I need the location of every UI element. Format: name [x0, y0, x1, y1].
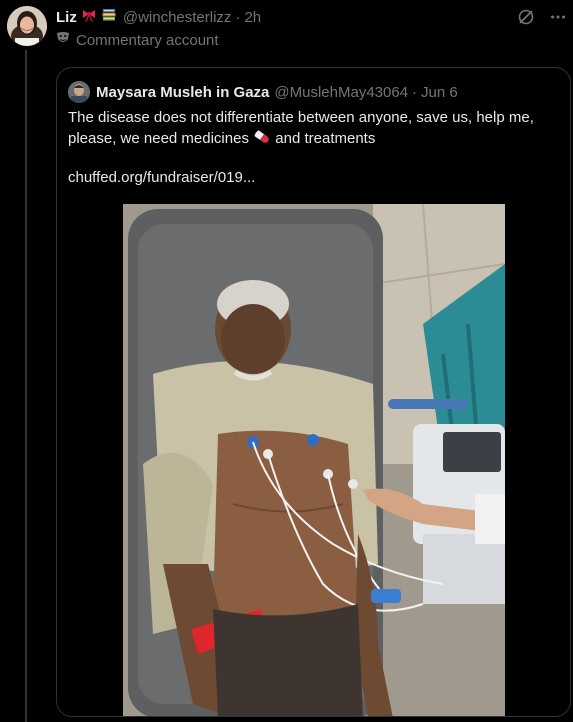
quoted-timestamp[interactable]: Jun 6 [421, 84, 458, 101]
quoted-text: The disease does not differentiate betwe… [68, 108, 563, 152]
avatar-image [7, 6, 47, 46]
commentary-label-text: Commentary account [76, 31, 219, 49]
quoted-text-part-2: and treatments [271, 130, 376, 147]
books-emoji [101, 7, 117, 27]
patient-photo [123, 204, 505, 716]
quoted-photo[interactable] [123, 204, 505, 716]
timestamp[interactable]: 2h [244, 9, 261, 26]
quoted-separator-dot: · [412, 83, 418, 101]
tweet-header: Liz @winchesterlizz · 2h [56, 6, 563, 28]
theater-mask-icon [56, 31, 70, 49]
separator-dot: · [235, 8, 241, 26]
thread-line [25, 50, 27, 722]
quoted-tweet[interactable]: Maysara Musleh in Gaza @MuslehMay43064 ·… [56, 67, 571, 717]
author-name[interactable]: Liz [56, 9, 77, 26]
commentary-label: Commentary account [56, 31, 219, 49]
author-handle[interactable]: @winchesterlizz [123, 9, 232, 26]
quoted-header: Maysara Musleh in Gaza @MuslehMay43064 ·… [68, 81, 458, 103]
tweet[interactable]: Liz @winchesterlizz · 2h Commentary acco… [0, 0, 573, 722]
quoted-avatar[interactable] [68, 81, 90, 103]
quoted-link[interactable]: chuffed.org/fundraiser/019... [68, 169, 255, 186]
ribbon-emoji [81, 7, 97, 27]
more-options-icon[interactable] [549, 8, 567, 31]
quoted-author-name[interactable]: Maysara Musleh in Gaza [96, 84, 269, 101]
grok-icon[interactable] [517, 8, 535, 31]
avatar[interactable] [7, 6, 47, 46]
header-actions [517, 8, 567, 31]
quoted-author-handle[interactable]: @MuslehMay43064 [274, 84, 408, 101]
pill-emoji [253, 128, 271, 152]
